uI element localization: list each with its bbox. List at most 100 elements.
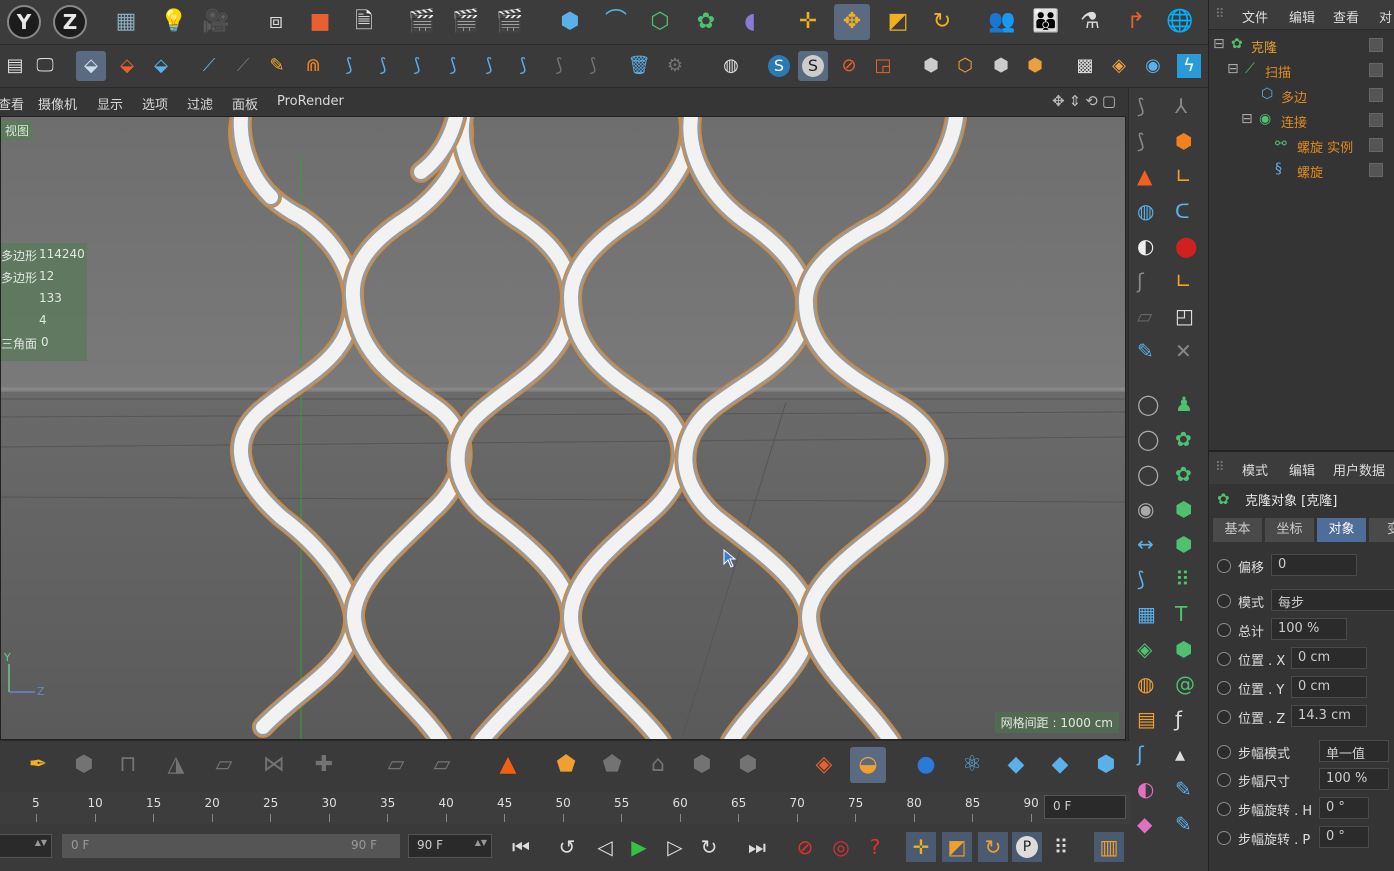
layers-remove-button[interactable]: ◆	[1042, 747, 1078, 783]
rotate-tool-button[interactable]: ↻	[924, 4, 960, 40]
pawn-icon[interactable]: ♟	[1175, 394, 1193, 414]
field-value[interactable]: 0 cm	[1291, 676, 1367, 698]
triangulate-button[interactable]: ▲	[490, 747, 526, 783]
spline-z-icon[interactable]: ⟆	[1137, 569, 1145, 589]
knife-tool-button[interactable]: ⟋	[194, 51, 224, 81]
menu-display[interactable]: 显示	[97, 94, 123, 113]
key-move-button[interactable]: ✛	[906, 832, 936, 862]
deformer-button[interactable]: ◖	[732, 4, 768, 40]
tab-coords[interactable]: 坐标	[1265, 518, 1315, 542]
arrow-cube-icon[interactable]: ⬢	[1175, 639, 1192, 659]
polygon-pen-button[interactable]: ⬟	[548, 747, 584, 783]
om-menu-view[interactable]: 查看	[1333, 7, 1359, 26]
dots-icon[interactable]: ⠿	[1175, 569, 1190, 589]
globe-button[interactable]: 🌐	[1162, 4, 1198, 40]
viewport-navigation-icons[interactable]: ✥⇕⟲▢	[1052, 92, 1120, 110]
character-button[interactable]: 👥	[984, 4, 1020, 40]
timeline-ruler[interactable]: 0 F 5 10 15 20 25 30 35 40 45 50 55 60 65 70 75 80 85 90	[0, 792, 1130, 824]
bevel-button[interactable]: ⬢	[66, 747, 102, 783]
render-picture-viewer-button[interactable]: 🎬	[448, 4, 484, 40]
spline-button[interactable]: ⌒	[598, 4, 634, 40]
pencil-icon[interactable]: ✎	[1175, 779, 1192, 799]
blocks-icon[interactable]: ▤	[1137, 709, 1156, 729]
ruler-icon[interactable]: ↔	[1137, 534, 1154, 554]
field-value[interactable]: 0 cm	[1291, 647, 1367, 669]
camera-button[interactable]: 🎥	[198, 4, 234, 40]
add-point-button[interactable]: ✚	[306, 747, 342, 783]
axis-z-lock-button[interactable]: Z	[52, 4, 88, 40]
move-tool-button[interactable]: ✛	[790, 4, 826, 40]
field-value[interactable]: 14.3 cm	[1291, 705, 1367, 727]
light-button[interactable]: 💡	[156, 4, 192, 40]
monitor-button[interactable]: 🖵	[30, 51, 60, 81]
visibility-toggle[interactable]	[1369, 138, 1383, 152]
magnet-tool-button[interactable]: ⋒	[298, 51, 328, 81]
crowd-button[interactable]: 👪	[1028, 4, 1064, 40]
brush-tool-icon[interactable]: ✎	[1137, 341, 1154, 361]
object-row-connect[interactable]: ⊟ ◉ 连接	[1209, 108, 1394, 133]
sphere-white-icon[interactable]: ◐	[1137, 236, 1154, 256]
dissolve-button[interactable]: ⌂	[640, 747, 676, 783]
object-row-sweep[interactable]: ⊟ ⟋ 扫描	[1209, 58, 1394, 83]
snap-button[interactable]: S	[764, 51, 794, 81]
spline-tool-2-button[interactable]: ⟆	[368, 51, 398, 81]
cleanup-button[interactable]: ⚙	[660, 51, 690, 81]
scale-tool-button[interactable]: ◩	[880, 4, 916, 40]
perspective-viewport[interactable]: 视图 多边形 114240 多边形 12 133 4 三角面 0 网格间距 : 1000 cm…	[0, 116, 1126, 740]
animate-toggle[interactable]	[1217, 594, 1231, 608]
display-quick-button[interactable]: ⬢	[1020, 51, 1050, 81]
spline-tool-7-button[interactable]: ⟆	[544, 51, 574, 81]
render-region-button[interactable]: ⧈	[258, 4, 294, 40]
spiral-icon[interactable]: @	[1175, 674, 1195, 694]
visibility-toggle[interactable]	[1369, 38, 1383, 52]
line-cut-button[interactable]: ⟋	[228, 51, 258, 81]
rig-button[interactable]: ↱	[1118, 4, 1154, 40]
prev-key-button[interactable]: ↺	[552, 832, 582, 862]
animate-toggle[interactable]	[1217, 681, 1231, 695]
visibility-toggle[interactable]	[1369, 88, 1383, 102]
flash-button[interactable]: ϟ	[1174, 51, 1204, 81]
optimize-button[interactable]: ⬢	[730, 747, 766, 783]
texture-button[interactable]: ▩	[1070, 51, 1100, 81]
timeline-button[interactable]: ▤	[0, 51, 30, 81]
start-frame-field[interactable]: ▲▼	[0, 834, 52, 858]
sphere-grid-icon[interactable]: ◍	[1137, 201, 1154, 221]
axis-y-lock-button[interactable]: Y	[6, 4, 42, 40]
stitch-button[interactable]: ▱	[206, 747, 242, 783]
paint-button[interactable]: ◒	[850, 747, 886, 783]
field-value[interactable]: 0	[1271, 554, 1357, 576]
key-scale-button[interactable]: ◩	[942, 832, 972, 862]
floor-button[interactable]: ◈	[1104, 51, 1134, 81]
brush-tool-button[interactable]: ✎	[262, 51, 292, 81]
animate-toggle[interactable]	[1217, 559, 1231, 573]
keyframe-help-button[interactable]: ?	[860, 832, 890, 862]
display-gouraud-button[interactable]: ⬢	[916, 51, 946, 81]
weld-button[interactable]: ◍	[716, 51, 746, 81]
animate-toggle[interactable]	[1217, 652, 1231, 666]
gem-icon[interactable]: ⬢	[1175, 499, 1192, 519]
x-zero-icon[interactable]: ✕	[1175, 341, 1192, 361]
workplane-button[interactable]: ⊘	[834, 51, 864, 81]
spline-tool-4-button[interactable]: ⟆	[438, 51, 468, 81]
spline-tool-1-button[interactable]: ⟆	[334, 51, 364, 81]
sky-button[interactable]: ◉	[1138, 51, 1168, 81]
menu-view[interactable]: 查看	[0, 94, 24, 113]
subdivision-button[interactable]: ⬡	[642, 4, 678, 40]
key-rotate-button[interactable]: ↻	[978, 832, 1008, 862]
snap-settings-button[interactable]: S	[798, 51, 828, 81]
am-menu-edit[interactable]: 编辑	[1289, 460, 1315, 479]
menu-panel[interactable]: 面板	[232, 94, 258, 113]
reverse-normals-button[interactable]: ▱	[424, 747, 460, 783]
render-view-button[interactable]: ■	[302, 4, 338, 40]
key-param-button[interactable]: P	[1012, 832, 1042, 862]
cube-orange-icon[interactable]: ⬢	[1175, 131, 1192, 151]
field-value[interactable]: 0 °	[1319, 826, 1369, 848]
fan-icon[interactable]: ▴	[1175, 744, 1185, 764]
visibility-toggle[interactable]	[1369, 163, 1383, 177]
pencil2-icon[interactable]: ✎	[1175, 814, 1192, 834]
film-strip-button[interactable]: ▥	[1094, 832, 1124, 862]
texture-box-button[interactable]: ⬢	[1088, 747, 1124, 783]
link-icon[interactable]: ᑕ	[1175, 201, 1190, 221]
polygons-mode-button[interactable]: ⬙	[146, 51, 176, 81]
fx-icon[interactable]: ƒ	[1175, 709, 1182, 729]
